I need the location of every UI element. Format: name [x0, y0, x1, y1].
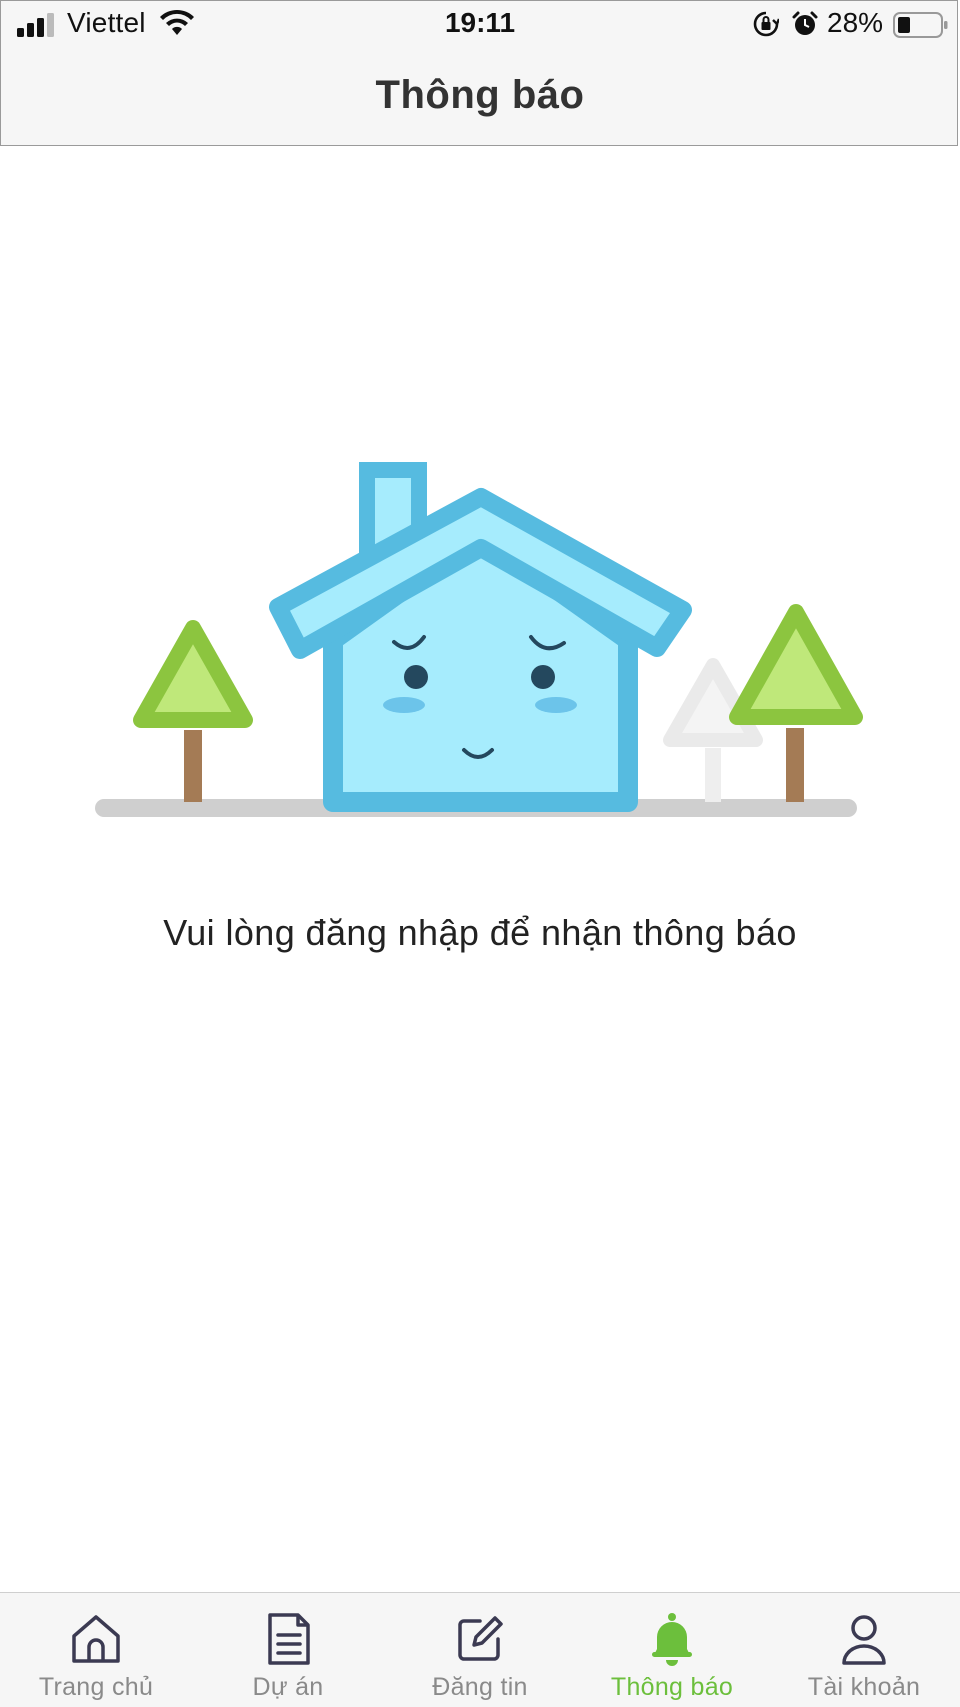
tab-label: Tài khoản: [807, 1673, 921, 1701]
tab-projects[interactable]: Dự án: [192, 1593, 384, 1707]
tab-label: Thông báo: [610, 1673, 734, 1701]
login-prompt-message: Vui lòng đăng nhập để nhận thông báo: [163, 912, 797, 953]
tab-account[interactable]: Tài khoản: [768, 1593, 960, 1707]
notifications-screen: Viettel 19:11 28% Thông báo Vui lòng đăn…: [0, 0, 960, 1707]
rotation-lock-icon: [753, 11, 779, 37]
user-icon: [842, 1615, 886, 1665]
tab-notifications[interactable]: Thông báo: [576, 1593, 768, 1707]
battery-icon: [893, 12, 948, 38]
status-bar: Viettel 19:11 28%: [1, 1, 959, 49]
sad-house-illustration: [95, 462, 863, 817]
tab-label: Đăng tin: [432, 1673, 528, 1701]
tab-home[interactable]: Trang chủ: [0, 1593, 192, 1707]
edit-icon: [458, 1616, 503, 1661]
bell-icon: [652, 1613, 692, 1666]
document-icon: [268, 1613, 310, 1665]
alarm-icon: [792, 11, 818, 35]
page-title: Thông báo: [375, 73, 585, 117]
bottom-tab-bar: Trang chủ Dự án Đăng tin Thông báo Tài k…: [0, 1592, 960, 1707]
battery-percentage: 28%: [827, 7, 884, 38]
tab-label: Trang chủ: [38, 1673, 154, 1701]
tab-post[interactable]: Đăng tin: [384, 1593, 576, 1707]
home-icon: [72, 1615, 120, 1663]
top-bar: Viettel 19:11 28% Thông báo: [0, 0, 958, 146]
tab-label: Dự án: [252, 1673, 324, 1701]
